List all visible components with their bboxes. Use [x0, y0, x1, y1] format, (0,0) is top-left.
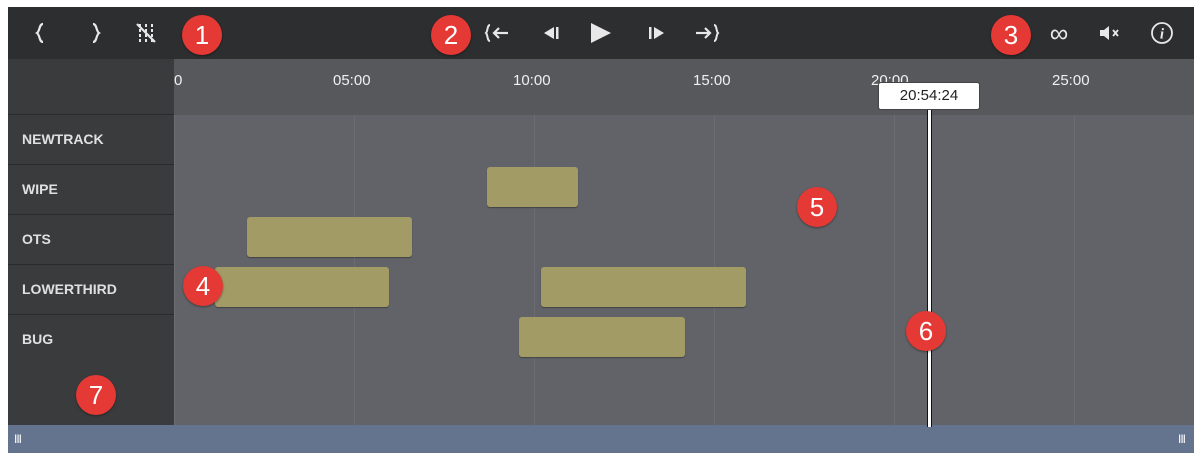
callout-badge-7: 7 [76, 375, 116, 415]
mute-icon[interactable] [1094, 21, 1124, 45]
play-icon[interactable] [586, 21, 616, 45]
callout-badge-3: 3 [991, 15, 1031, 55]
clip-ots[interactable] [247, 217, 412, 257]
clip-bug[interactable] [519, 317, 685, 357]
brace-right-icon[interactable] [80, 21, 110, 45]
ruler-tick: 0 [174, 72, 183, 89]
rewind-to-start-icon[interactable] [484, 21, 514, 45]
callout-badge-5: 5 [797, 187, 837, 227]
ruler-tick: 05:00 [333, 72, 371, 89]
callout-badge-6: 6 [906, 311, 946, 351]
ruler-tick: 10:00 [513, 72, 551, 89]
ruler-tick: 15:00 [693, 72, 731, 89]
track-label-newtrack[interactable]: NEWTRACK [8, 114, 174, 163]
time-ruler[interactable]: 0 05:00 10:00 15:00 20:00 25:00 [174, 59, 1194, 115]
grid-line [174, 115, 175, 425]
grid-line [894, 115, 895, 425]
ruler-tick: 25:00 [1052, 72, 1090, 89]
playhead[interactable] [927, 105, 932, 427]
brace-left-icon[interactable] [26, 21, 56, 45]
forward-to-end-icon[interactable] [692, 21, 722, 45]
clip-wipe[interactable] [487, 167, 578, 207]
scrollbar-grip-right[interactable]: III [1178, 433, 1186, 445]
callout-badge-1: 1 [182, 15, 222, 55]
callout-badge-2: 2 [431, 15, 471, 55]
info-glyph: i [1160, 27, 1165, 43]
callout-badge-4: 4 [183, 266, 223, 306]
playhead-time-label: 20:54:24 [878, 82, 980, 110]
timeline-app: ∞ i NEWTRACK WIPE OTS LOWERTHIRD BUG 0 0… [8, 7, 1194, 453]
track-label-bug[interactable]: BUG [8, 314, 174, 363]
scrollbar-grip-left[interactable]: III [14, 433, 22, 445]
hide-track-icon[interactable] [131, 21, 161, 45]
track-label-lowerthird[interactable]: LOWERTHIRD [8, 264, 174, 313]
step-back-icon[interactable] [536, 21, 566, 45]
info-icon[interactable]: i [1147, 21, 1177, 45]
timeline-tracks-area[interactable] [174, 115, 1194, 425]
grid-line [1074, 115, 1075, 425]
track-list: NEWTRACK WIPE OTS LOWERTHIRD BUG [8, 59, 174, 425]
loop-glyph: ∞ [1049, 18, 1069, 48]
loop-icon[interactable]: ∞ [1044, 18, 1074, 48]
horizontal-scrollbar[interactable]: III III [8, 425, 1194, 453]
grid-line [534, 115, 535, 425]
clip-lowerthird-1[interactable] [215, 267, 389, 307]
step-forward-icon[interactable] [642, 21, 672, 45]
clip-lowerthird-2[interactable] [541, 267, 746, 307]
track-label-wipe[interactable]: WIPE [8, 164, 174, 213]
track-label-ots[interactable]: OTS [8, 214, 174, 263]
